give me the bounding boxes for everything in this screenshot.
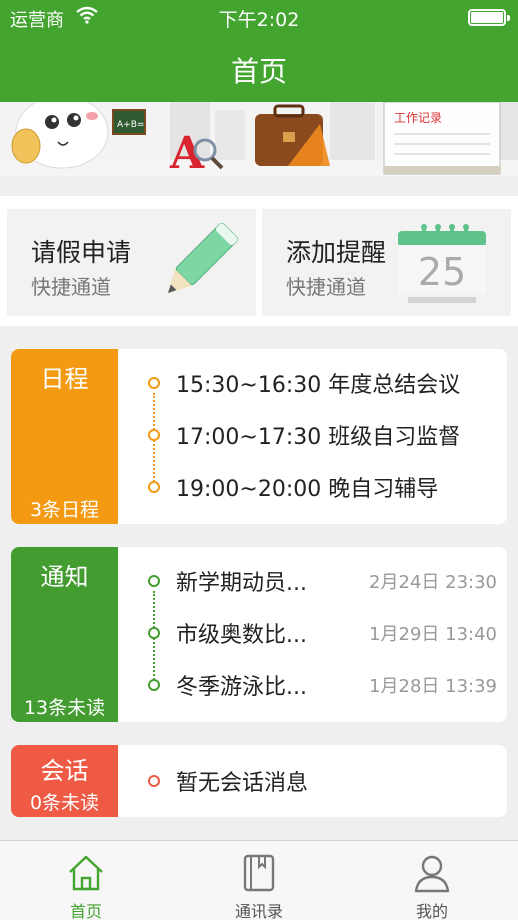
tab-contacts[interactable]: 通讯录 [173,841,345,920]
schedule-card[interactable]: 日程 3条日程 15:30~16:30 年度总结会议 17:00~17:30 班… [11,349,507,524]
notice-item-title: 市级奥数比... [176,623,307,648]
tab-profile[interactable]: 我的 [346,841,518,920]
banner-carousel[interactable]: A+B= A 工作记录 [0,102,518,176]
chats-side-panel: 会话 0条未读 [11,745,118,817]
notices-title: 通知 [40,563,89,591]
calendar-icon: 25 [398,224,486,303]
timeline-dot-icon [148,775,160,787]
chats-title: 会话 [40,757,89,785]
schedule-side-panel: 日程 3条日程 [11,349,118,524]
tab-home[interactable]: 首页 [0,841,172,920]
notices-unread-count: 13条未读 [23,697,106,719]
notice-item-title: 冬季游泳比... [176,675,307,700]
leave-request-button[interactable]: 请假申请 快捷通道 [7,209,256,316]
schedule-title: 日程 [40,365,89,393]
notices-side-panel: 通知 13条未读 [11,547,118,722]
notices-card[interactable]: 通知 13条未读 新学期动员... 2月24日 23:30 市级奥数比... 1… [11,547,507,722]
banner-illustration: A+B= A 工作记录 [0,102,518,176]
home-icon [69,855,103,891]
clock-label: 下午2:02 [218,9,300,31]
list-item[interactable]: 新学期动员... 2月24日 23:30 [118,555,507,607]
list-item[interactable]: 15:30~16:30 年度总结会议 [118,357,507,409]
quick-action-subtitle: 快捷通道 [31,275,111,299]
list-item[interactable]: 19:00~20:00 晚自习辅导 [118,461,507,513]
schedule-item-text: 17:00~17:30 班级自习监督 [176,425,461,450]
notice-item-time: 1月29日 13:40 [369,624,497,645]
schedule-count: 3条日程 [29,499,100,521]
list-item[interactable]: 17:00~17:30 班级自习监督 [118,409,507,461]
bunny-icon [11,102,109,169]
briefcase-icon [255,104,330,166]
notebook-icon: 工作记录 [383,102,501,175]
schedule-item-text: 19:00~20:00 晚自习辅导 [176,477,439,502]
chat-empty-message: 暂无会话消息 [176,771,309,796]
notice-item-time: 1月28日 13:39 [369,676,497,697]
chats-unread-count: 0条未读 [29,792,100,814]
svg-text:A: A [169,128,205,176]
svg-text:工作记录: 工作记录 [394,111,442,125]
timeline-dot-icon [148,627,160,639]
chalkboard-icon: A+B= [112,109,146,135]
nav-bar: 首页 [0,36,518,102]
list-item[interactable]: 市级奥数比... 1月29日 13:40 [118,607,507,659]
schedule-item-text: 15:30~16:30 年度总结会议 [176,373,461,398]
svg-text:A+B=: A+B= [117,120,144,130]
timeline-dot-icon [148,679,160,691]
pencil-icon [168,223,238,293]
add-reminder-button[interactable]: 添加提醒 快捷通道 25 [262,209,511,316]
quick-action-title: 添加提醒 [286,238,387,267]
contacts-book-icon [243,854,275,892]
list-item[interactable]: 冬季游泳比... 1月28日 13:39 [118,659,507,711]
list-item[interactable]: 暂无会话消息 [118,755,507,807]
timeline-dot-icon [148,429,160,441]
timeline-dot-icon [148,377,160,389]
svg-text:25: 25 [418,250,466,294]
notice-item-time: 2月24日 23:30 [369,572,497,593]
chats-card[interactable]: 会话 0条未读 暂无会话消息 [11,745,507,817]
tab-label: 我的 [415,902,448,920]
profile-icon [414,855,450,893]
tab-label: 通讯录 [234,902,283,920]
notice-item-title: 新学期动员... [176,571,307,596]
status-bar: 运营商 下午2:02 [0,0,518,36]
quick-actions: 请假申请 快捷通道 添加提醒 快捷通道 25 [0,196,518,326]
battery-icon [468,9,510,26]
timeline-dot-icon [148,481,160,493]
timeline-dot-icon [148,575,160,587]
tab-label: 首页 [69,902,102,920]
quick-action-subtitle: 快捷通道 [286,275,366,299]
page-title: 首页 [230,55,287,88]
quick-action-title: 请假申请 [31,238,132,267]
tab-bar: 首页 通讯录 我的 [0,840,518,920]
